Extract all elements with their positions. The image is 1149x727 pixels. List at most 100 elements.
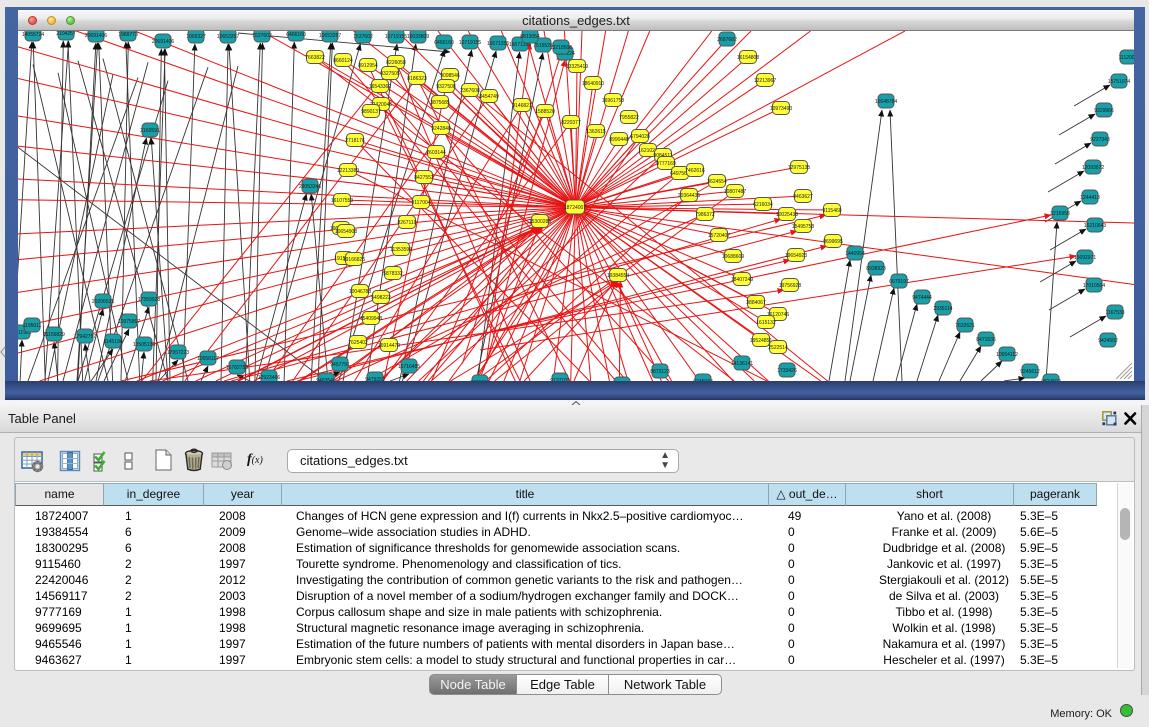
svg-text:2160591: 2160591: [140, 128, 160, 134]
svg-text:1527602: 1527602: [252, 33, 272, 39]
svg-text:8186323: 8186323: [407, 76, 427, 82]
svg-text:15300285: 15300285: [529, 219, 551, 225]
svg-text:8990448: 8990448: [609, 137, 629, 143]
svg-text:11156829: 11156829: [43, 332, 65, 338]
svg-text:11353594: 11353594: [390, 247, 412, 253]
svg-text:16033809: 16033809: [407, 34, 429, 40]
svg-text:1244413: 1244413: [1080, 195, 1100, 201]
svg-text:8938923: 8938923: [866, 266, 886, 272]
svg-text:2687682: 2687682: [717, 37, 737, 43]
svg-text:5878332: 5878332: [383, 271, 403, 277]
svg-text:9457791: 9457791: [330, 362, 350, 368]
svg-text:15751074: 15751074: [1108, 79, 1130, 85]
svg-text:10025438: 10025438: [776, 212, 798, 218]
svg-text:3215958: 3215958: [1050, 211, 1070, 217]
svg-text:10654112: 10654112: [996, 352, 1018, 358]
svg-text:3884067: 3884067: [746, 300, 766, 306]
svg-text:17957223: 17957223: [167, 350, 189, 356]
svg-text:15716485: 15716485: [398, 364, 420, 370]
svg-text:9424502: 9424502: [1098, 338, 1118, 344]
svg-text:10719155: 10719155: [459, 40, 481, 46]
svg-text:13505135: 13505135: [133, 342, 155, 348]
svg-text:10973493: 10973493: [770, 106, 792, 112]
svg-text:1527602: 1527602: [353, 34, 373, 40]
svg-text:12923466: 12923466: [258, 375, 280, 381]
svg-text:10958117: 10958117: [197, 356, 219, 362]
svg-text:19524851: 19524851: [750, 338, 772, 344]
svg-text:9696061: 9696061: [470, 380, 490, 381]
svg-text:8427552: 8427552: [414, 175, 434, 181]
svg-text:17010504: 17010504: [1083, 283, 1105, 289]
svg-text:6679197: 6679197: [889, 279, 909, 285]
svg-text:16961758: 16961758: [602, 98, 624, 104]
svg-text:6216034: 6216034: [753, 202, 773, 208]
svg-text:9245612: 9245612: [1020, 369, 1040, 375]
svg-text:9146821: 9146821: [512, 103, 532, 109]
svg-text:18407249: 18407249: [731, 277, 753, 283]
svg-text:9098546: 9098546: [440, 73, 460, 79]
svg-text:3875685: 3875685: [430, 100, 450, 106]
svg-text:1112004: 1112004: [1119, 55, 1134, 61]
svg-text:1065327: 1065327: [186, 34, 206, 40]
svg-text:10654908: 10654908: [335, 229, 357, 235]
svg-text:12213389: 12213389: [337, 168, 359, 174]
svg-text:16210643: 16210643: [1084, 223, 1106, 229]
svg-text:8471636: 8471636: [976, 337, 996, 343]
svg-text:8454749: 8454749: [479, 94, 499, 100]
svg-text:9474444: 9474444: [912, 295, 932, 301]
svg-text:20691406: 20691406: [152, 39, 174, 45]
svg-text:9463627: 9463627: [793, 194, 813, 200]
svg-text:9327505: 9327505: [380, 71, 400, 77]
svg-text:18640910: 18640910: [582, 81, 604, 87]
svg-text:1145194: 1145194: [103, 339, 122, 345]
svg-text:14136141: 14136141: [731, 361, 753, 367]
svg-text:29053346: 29053346: [299, 184, 321, 190]
svg-text:14055724: 14055724: [22, 32, 44, 38]
svg-text:16154808: 16154808: [737, 55, 759, 61]
svg-text:7462616: 7462616: [685, 168, 705, 174]
svg-text:16914479: 16914479: [378, 343, 400, 349]
svg-text:7663822: 7663822: [305, 55, 325, 61]
svg-text:6466160: 6466160: [286, 32, 306, 38]
svg-text:1195011: 1195011: [23, 323, 42, 329]
svg-text:7625402: 7625402: [348, 340, 368, 346]
svg-text:10975867: 10975867: [118, 319, 140, 325]
svg-text:9137101: 9137101: [550, 378, 570, 381]
svg-text:20364436: 20364436: [678, 193, 700, 199]
svg-text:18724007: 18724007: [564, 205, 586, 211]
svg-text:2104257: 2104257: [56, 31, 76, 37]
svg-text:16782759: 16782759: [226, 365, 248, 371]
svg-text:16648784: 16648784: [875, 99, 897, 105]
svg-text:2522514: 2522514: [768, 345, 788, 351]
svg-text:1615132: 1615132: [756, 320, 776, 326]
svg-text:10046788: 10046788: [349, 289, 371, 295]
svg-text:9824502: 9824502: [1041, 379, 1061, 381]
svg-text:19384554: 19384554: [607, 273, 629, 279]
svg-text:9463546: 9463546: [316, 378, 336, 381]
svg-text:6466160: 6466160: [434, 40, 454, 46]
svg-text:15692971: 15692971: [1074, 255, 1096, 261]
svg-text:5498222: 5498222: [371, 295, 391, 301]
svg-text:9890137: 9890137: [361, 109, 381, 115]
svg-text:7955822: 7955822: [619, 115, 639, 121]
svg-text:16107553: 16107553: [331, 198, 353, 204]
svg-text:7986372: 7986372: [695, 212, 715, 218]
svg-text:8660124: 8660124: [333, 58, 353, 64]
svg-text:1733426: 1733426: [777, 368, 797, 374]
svg-text:1362615: 1362615: [586, 129, 606, 135]
svg-text:13325419: 13325419: [566, 64, 588, 70]
svg-text:16543362: 16543362: [369, 84, 391, 90]
svg-text:8220377: 8220377: [561, 120, 581, 126]
svg-text:19166825: 19166825: [343, 257, 365, 263]
svg-text:12975135: 12975135: [788, 165, 810, 171]
svg-text:12093872: 12093872: [1082, 165, 1104, 171]
svg-text:1588520: 1588520: [535, 109, 555, 115]
svg-text:9227343: 9227343: [1090, 137, 1110, 143]
svg-text:8226058: 8226058: [386, 60, 406, 66]
svg-text:9327508: 9327508: [436, 84, 456, 90]
svg-text:15409948: 15409948: [360, 316, 382, 322]
svg-text:15720407: 15720407: [708, 233, 730, 239]
svg-text:10653267: 10653267: [319, 33, 341, 39]
svg-text:19756928: 19756928: [779, 283, 801, 289]
svg-text:2718176: 2718176: [345, 138, 365, 144]
